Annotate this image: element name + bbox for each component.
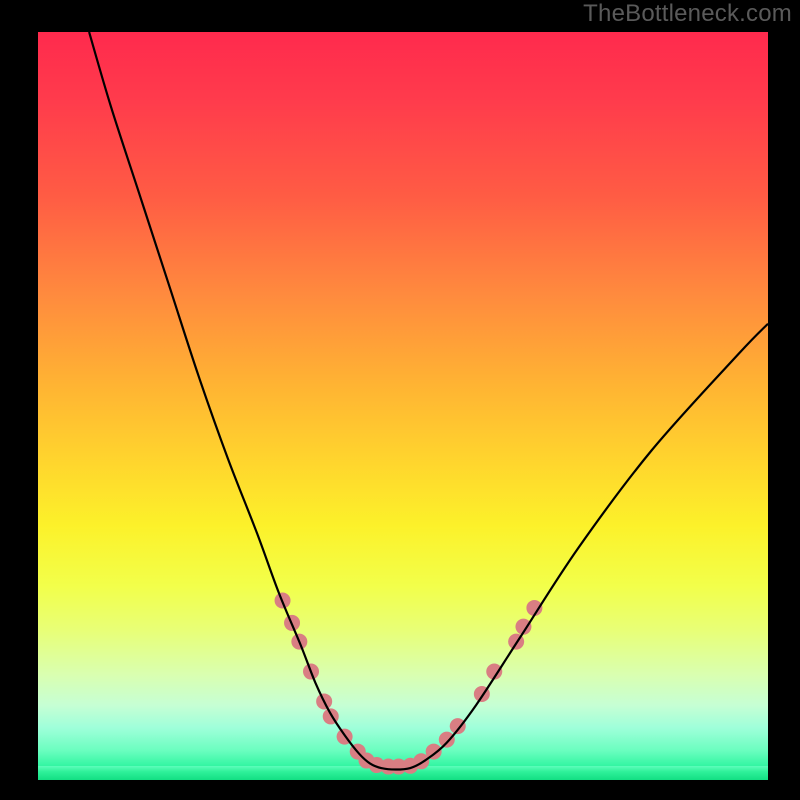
marker-dot xyxy=(450,718,466,734)
marker-dot xyxy=(439,732,455,748)
chart-container: TheBottleneck.com xyxy=(0,0,800,800)
chart-svg xyxy=(38,32,768,780)
watermark-text: TheBottleneck.com xyxy=(583,0,792,28)
bottleneck-curve xyxy=(89,32,768,770)
plot-area xyxy=(38,32,768,780)
